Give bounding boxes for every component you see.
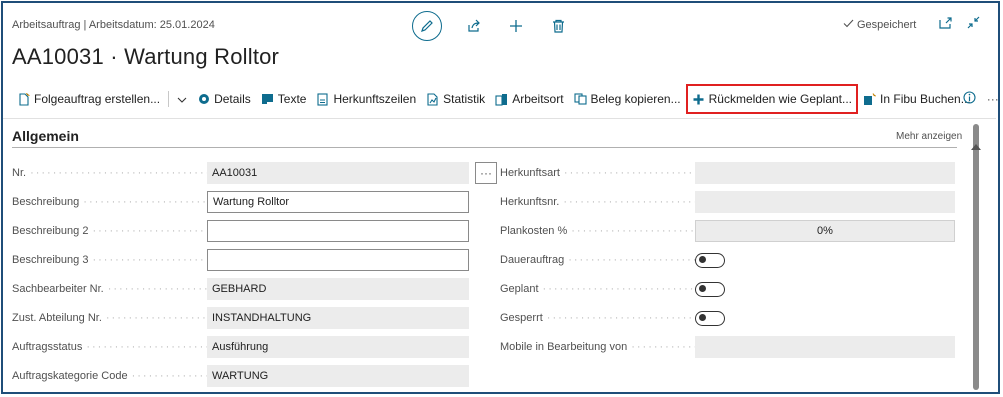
field-row-origin-type: Herkunftsart····························…	[500, 162, 955, 184]
window-controls	[939, 16, 980, 34]
post-to-finance-button[interactable]: In Fibu Buchen...	[858, 86, 976, 112]
section-underline	[12, 147, 957, 148]
description-3-input[interactable]	[207, 249, 469, 271]
details-button[interactable]: Details	[192, 86, 256, 112]
field-label: Auftragsstatus	[12, 341, 83, 353]
texts-button[interactable]: Texte	[256, 86, 312, 112]
show-more-link[interactable]: Mehr anzeigen	[896, 131, 962, 142]
field-row-blocked: Gesperrt································…	[500, 307, 725, 329]
new-document-icon	[17, 92, 30, 106]
vertical-scrollbar[interactable]	[973, 124, 979, 390]
trash-icon[interactable]	[548, 16, 568, 36]
page-caption: Arbeitsauftrag | Arbeitsdatum: 25.01.202…	[12, 19, 215, 31]
blocked-toggle[interactable]	[695, 310, 725, 326]
responsible-field[interactable]: GEBHARD	[207, 278, 469, 300]
document-lines-icon	[316, 92, 329, 106]
field-label: Herkunftsart	[500, 167, 560, 179]
more-actions-button[interactable]: ···	[982, 86, 1003, 112]
field-row-planned-costs: Plankosten %····························…	[500, 220, 955, 242]
description-input[interactable]: Wartung Rolltor	[207, 191, 469, 213]
collapse-icon[interactable]	[967, 16, 980, 34]
field-label: Auftragskategorie Code	[12, 370, 128, 382]
field-row-recurring-order: Dauerauftrag····························…	[500, 249, 725, 271]
scroll-up-arrow-icon[interactable]	[971, 144, 981, 150]
origin-type-field[interactable]	[695, 162, 955, 184]
save-status: Gespeichert	[843, 19, 916, 31]
field-label: Sachbearbeiter Nr.	[12, 283, 104, 295]
field-label: Beschreibung 2	[12, 225, 89, 237]
order-category-field[interactable]: WARTUNG	[207, 365, 469, 387]
report-as-planned-button[interactable]: Rückmelden wie Geplant...	[685, 84, 859, 114]
toolbar-divider	[3, 118, 996, 119]
description-2-input[interactable]	[207, 220, 469, 242]
copy-document-button[interactable]: Beleg kopieren...	[569, 86, 686, 112]
field-row-mobile-editing: Mobile in Bearbeitung von···············…	[500, 336, 955, 358]
header-actions	[412, 10, 568, 42]
chevron-down-icon	[177, 92, 187, 106]
origin-no-field[interactable]	[695, 191, 955, 213]
toggle-knob	[699, 256, 706, 263]
field-row-planned: Geplant·································…	[500, 278, 725, 300]
statistics-icon	[426, 92, 439, 106]
copy-document-icon	[573, 93, 587, 106]
page-title: AA10031 · Wartung Rolltor	[12, 44, 280, 69]
pencil-icon[interactable]	[412, 11, 442, 41]
field-label: Mobile in Bearbeitung von	[500, 341, 628, 353]
open-in-new-window-icon[interactable]	[939, 16, 953, 34]
nr-field[interactable]: AA10031	[207, 162, 469, 184]
planned-costs-percent-field[interactable]: 0%	[695, 220, 955, 242]
field-label: Beschreibung 3	[12, 254, 89, 266]
toggle-knob	[699, 314, 706, 321]
field-label: Dauerauftrag	[500, 254, 565, 266]
field-label: Herkunftsnr.	[500, 196, 560, 208]
field-label: Gesperrt	[500, 312, 543, 324]
field-label: Plankosten %	[500, 225, 568, 237]
origin-lines-button[interactable]: Herkunftszeilen	[311, 86, 421, 112]
checkmark-icon	[843, 19, 854, 31]
info-icon[interactable]	[963, 91, 976, 109]
planned-toggle[interactable]	[695, 281, 725, 297]
order-status-field[interactable]: Ausführung	[207, 336, 469, 358]
work-location-button[interactable]: Arbeitsort	[490, 86, 568, 112]
field-label: Beschreibung	[12, 196, 80, 208]
field-row-description-2: Beschreibung 2··························…	[12, 220, 469, 242]
department-field[interactable]: INSTANDHALTUNG	[207, 307, 469, 329]
field-row-description-3: Beschreibung 3··························…	[12, 249, 469, 271]
toggle-knob	[699, 285, 706, 292]
details-icon	[197, 93, 210, 106]
text-icon	[261, 93, 274, 106]
statistics-button[interactable]: Statistik	[421, 86, 490, 112]
recurring-order-toggle[interactable]	[695, 252, 725, 268]
section-title[interactable]: Allgemein	[12, 128, 79, 144]
field-row-responsible: Sachbearbeiter Nr.······················…	[12, 278, 469, 300]
plus-icon	[692, 93, 705, 106]
more-options-dropdown[interactable]	[172, 86, 192, 112]
field-row-order-category: Auftragskategorie Code··················…	[12, 365, 469, 387]
share-icon[interactable]	[464, 16, 484, 36]
plus-icon[interactable]	[506, 16, 526, 36]
location-icon	[495, 93, 508, 106]
field-row-origin-no: Herkunftsnr.····························…	[500, 191, 955, 213]
field-label: Geplant	[500, 283, 539, 295]
action-bar: Folgeauftrag erstellen... Details Texte …	[12, 84, 1003, 114]
field-row-nr: Nr.·····································…	[12, 162, 497, 184]
field-label: Nr.	[12, 167, 27, 179]
field-row-order-status: Auftragsstatus··························…	[12, 336, 469, 358]
field-label: Zust. Abteilung Nr.	[12, 312, 102, 324]
follow-up-order-button[interactable]: Folgeauftrag erstellen...	[12, 86, 165, 112]
post-icon	[863, 92, 876, 106]
field-row-department: Zust. Abteilung Nr.·····················…	[12, 307, 469, 329]
mobile-editing-by-field[interactable]	[695, 336, 955, 358]
toolbar-separator	[168, 91, 170, 107]
field-row-description: Beschreibung····························…	[12, 191, 469, 213]
assist-edit-button[interactable]: ···	[475, 162, 497, 184]
save-status-label: Gespeichert	[857, 19, 917, 31]
